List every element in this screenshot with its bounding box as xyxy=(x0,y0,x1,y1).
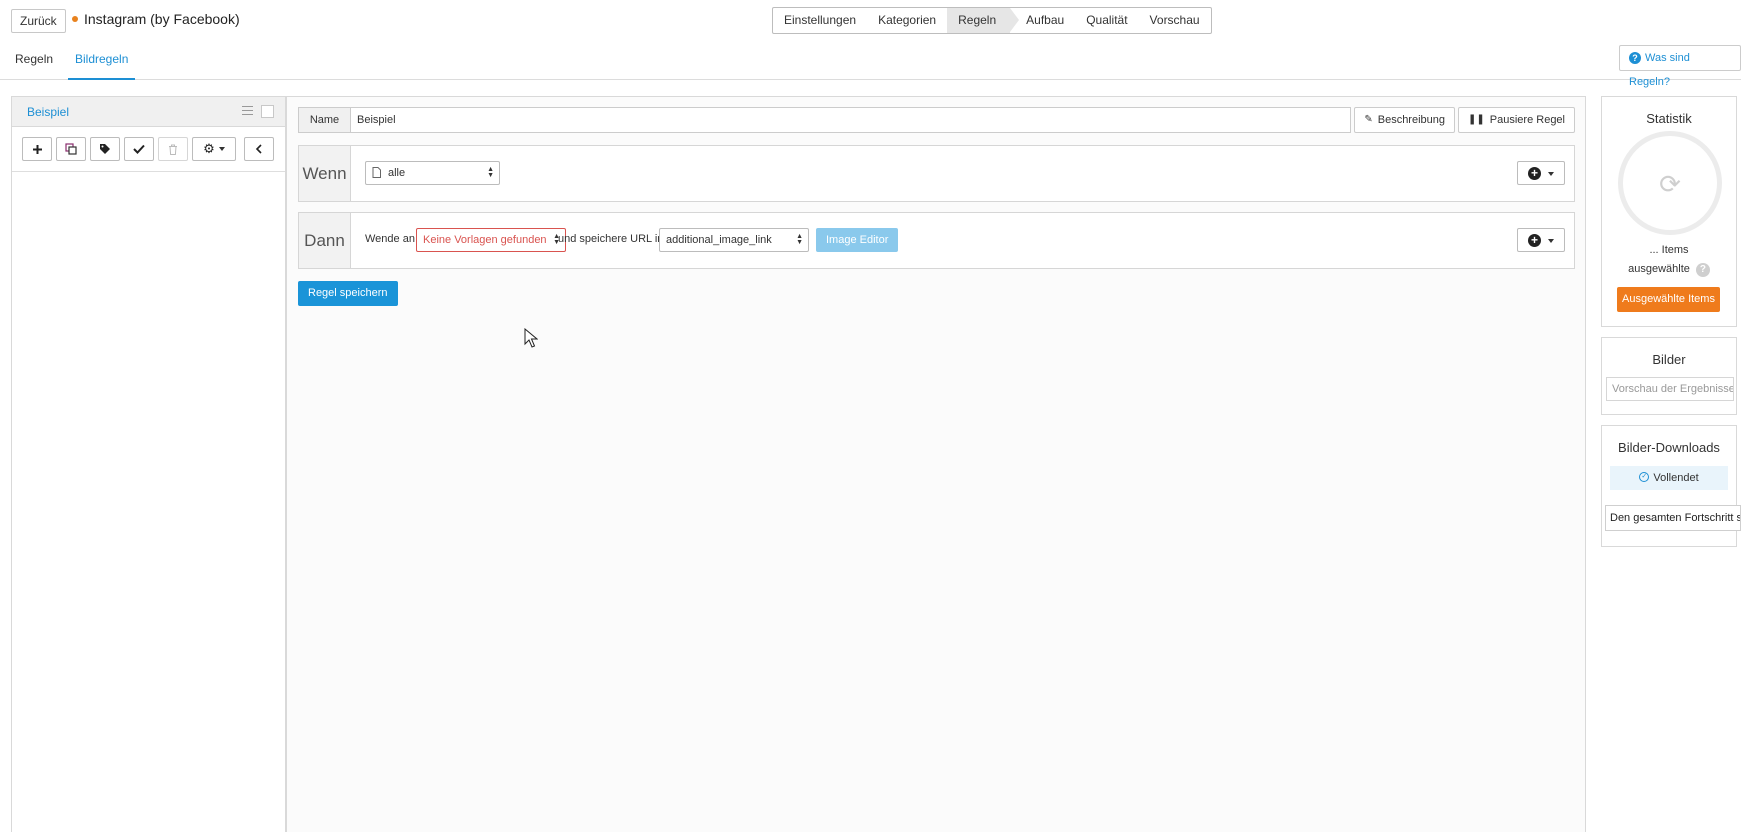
chevron-left-icon xyxy=(255,144,262,154)
description-label: Beschreibung xyxy=(1377,114,1446,126)
tab-bildregeln[interactable]: Bildregeln xyxy=(68,52,136,80)
if-select[interactable]: alle ▲ ▼ xyxy=(365,161,500,185)
download-status-badge: ✓ Vollendet xyxy=(1610,466,1728,490)
rule-toolbar: ⚙ xyxy=(22,137,278,161)
items-count: ... Items xyxy=(1649,244,1689,256)
field-select[interactable]: additional_image_link ▲ ▼ xyxy=(659,228,809,252)
pause-rule-label: Pausiere Regel xyxy=(1489,114,1565,126)
activate-button[interactable] xyxy=(124,137,154,161)
caret-down-icon xyxy=(1548,239,1554,243)
copy-rule-button[interactable] xyxy=(56,137,86,161)
plus-icon xyxy=(32,144,42,154)
template-select-value: Keine Vorlagen gefunden xyxy=(423,234,547,246)
caret-down-icon xyxy=(1548,172,1554,176)
statistics-card: Statistik ⟳ ... Items ausgewählte? Ausge… xyxy=(1601,96,1737,327)
then-action-block: Dann Wende an Keine Vorlagen gefunden ▲ ▼… xyxy=(298,212,1575,269)
toolbar-divider xyxy=(12,171,285,172)
select-arrows-icon: ▲ ▼ xyxy=(487,166,494,179)
rule-checkbox[interactable] xyxy=(261,105,274,118)
selected-row: ausgewählte? xyxy=(1602,263,1736,277)
app-title-text: Instagram (by Facebook) xyxy=(84,11,240,27)
progress-ring: ⟳ xyxy=(1618,131,1722,235)
progress-tooltip: Den gesamten Fortschritt se xyxy=(1605,505,1741,531)
save-rule-button[interactable]: Regel speichern xyxy=(298,281,398,306)
check-icon xyxy=(133,144,145,154)
step-aufbau[interactable]: Aufbau xyxy=(1010,8,1075,33)
edit-icon: ✎ xyxy=(1364,114,1373,125)
tags-button[interactable] xyxy=(90,137,120,161)
add-condition-button[interactable]: + xyxy=(1517,161,1565,185)
trash-icon xyxy=(169,144,177,155)
step-vorschau[interactable]: Vorschau xyxy=(1139,8,1211,33)
then-label: Dann xyxy=(299,213,351,268)
then-body: Wende an Keine Vorlagen gefunden ▲ ▼ und … xyxy=(351,213,1574,268)
back-button[interactable]: Zurück xyxy=(11,9,66,33)
file-icon xyxy=(372,167,381,178)
delete-button[interactable] xyxy=(158,137,188,161)
wizard-steps: Einstellungen Kategorien Regeln Aufbau Q… xyxy=(772,7,1212,34)
downloads-title: Bilder-Downloads xyxy=(1618,440,1720,455)
tags-icon xyxy=(100,144,110,154)
plus-circle-icon: + xyxy=(1528,234,1541,247)
select-arrows-icon: ▲ ▼ xyxy=(796,233,803,246)
check-circle-icon: ✓ xyxy=(1639,472,1650,483)
field-select-value: additional_image_link xyxy=(666,234,772,246)
rule-list-panel: Beispiel ⚙ xyxy=(11,96,286,832)
add-action-button[interactable]: + xyxy=(1517,228,1565,252)
caret-down-icon xyxy=(218,147,225,151)
rule-list-item-label[interactable]: Beispiel xyxy=(27,105,69,119)
name-label: Name xyxy=(298,107,351,133)
help-button[interactable]: ? Was sind Regeln? xyxy=(1619,45,1741,88)
step-einstellungen[interactable]: Einstellungen xyxy=(773,8,867,33)
if-body: alle ▲ ▼ + xyxy=(351,146,1574,201)
selected-label: ausgewählte xyxy=(1628,263,1690,275)
status-dot-icon xyxy=(72,16,78,23)
image-editor-button[interactable]: Image Editor xyxy=(816,228,899,252)
drag-handle-icon[interactable] xyxy=(242,106,253,116)
gear-icon: ⚙ xyxy=(203,141,215,156)
top-bar: Zurück Instagram (by Facebook) Einstellu… xyxy=(0,0,1741,40)
mouse-cursor-icon xyxy=(524,328,538,348)
name-input[interactable]: Beispiel xyxy=(351,107,1352,133)
selected-items-button[interactable]: Ausgewählte Items xyxy=(1617,287,1720,312)
step-qualitaet[interactable]: Qualität xyxy=(1075,8,1138,33)
sub-tabs: Regeln Bildregeln ? Was sind Regeln? xyxy=(0,44,1741,88)
if-label: Wenn xyxy=(299,146,351,201)
download-status-text: Vollendet xyxy=(1653,472,1699,484)
collapse-panel-button[interactable] xyxy=(244,137,274,161)
images-card: Bilder Vorschau der Ergebnisse xyxy=(1601,337,1737,415)
step-regeln[interactable]: Regeln xyxy=(947,8,1020,33)
add-rule-button[interactable] xyxy=(22,137,52,161)
apply-label: Wende an xyxy=(365,233,415,245)
settings-dropdown-button[interactable]: ⚙ xyxy=(192,137,236,161)
copy-icon xyxy=(65,143,77,155)
pause-rule-button[interactable]: ❚❚ Pausiere Regel xyxy=(1458,107,1575,133)
app-title: Instagram (by Facebook) xyxy=(72,11,240,27)
statistics-title: Statistik xyxy=(1646,111,1692,126)
if-select-value: alle xyxy=(388,167,406,179)
preview-results-input[interactable]: Vorschau der Ergebnisse xyxy=(1606,377,1734,401)
refresh-icon: ⟳ xyxy=(1659,169,1681,199)
question-icon: ? xyxy=(1629,52,1641,64)
images-title: Bilder xyxy=(1652,352,1686,367)
pause-icon: ❚❚ xyxy=(1468,114,1485,125)
template-select[interactable]: Keine Vorlagen gefunden ▲ ▼ xyxy=(416,228,566,252)
rule-list-item[interactable]: Beispiel xyxy=(12,97,285,127)
save-url-label: und speichere URL in xyxy=(558,233,664,245)
description-button[interactable]: ✎ Beschreibung xyxy=(1354,107,1456,133)
plus-circle-icon: + xyxy=(1528,167,1541,180)
question-icon[interactable]: ? xyxy=(1695,263,1710,277)
name-row: Name Beispiel ✎ Beschreibung ❚❚ Pausiere R… xyxy=(298,107,1575,133)
if-condition-block: Wenn alle ▲ ▼ + xyxy=(298,145,1575,202)
tab-regeln[interactable]: Regeln xyxy=(8,52,60,80)
rule-editor: Name Beispiel ✎ Beschreibung ❚❚ Pausiere R… xyxy=(286,96,1586,832)
step-kategorien[interactable]: Kategorien xyxy=(867,8,947,33)
